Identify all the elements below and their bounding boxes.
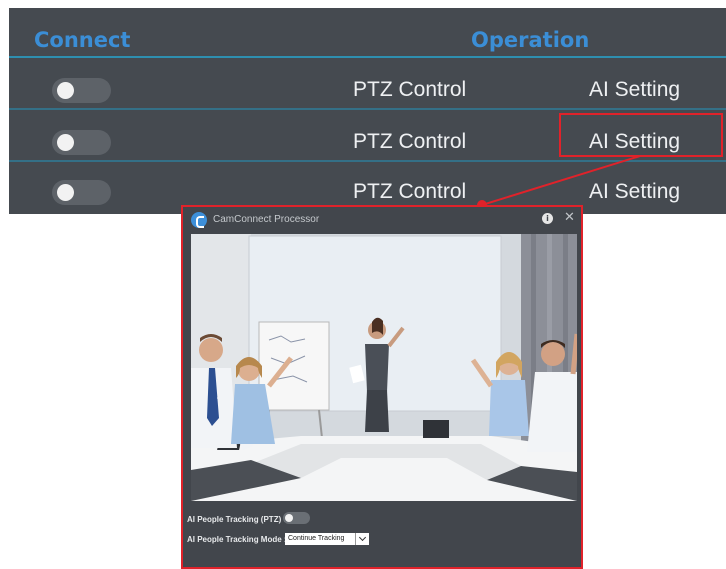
toggle-knob xyxy=(285,514,293,522)
preview-illustration xyxy=(191,234,577,501)
stage: Connect Operation PTZ Control AI Setting… xyxy=(0,0,726,569)
table-header: Connect Operation xyxy=(9,8,726,58)
tracking-mode-select[interactable]: Continue Tracking xyxy=(285,533,355,545)
connect-toggle[interactable] xyxy=(52,78,111,103)
toggle-knob xyxy=(57,184,74,201)
camconnect-logo-icon xyxy=(191,212,207,228)
close-icon[interactable]: ✕ xyxy=(564,211,576,225)
toggle-knob xyxy=(57,134,74,151)
processor-window: CamConnect Processor i ✕ AI People Track… xyxy=(181,205,583,569)
tracking-ptz-toggle[interactable] xyxy=(283,512,310,524)
connect-toggle[interactable] xyxy=(52,130,111,155)
ptz-control-link[interactable]: PTZ Control xyxy=(353,130,466,154)
row-divider xyxy=(9,108,726,110)
header-divider xyxy=(9,56,726,58)
ptz-control-link[interactable]: PTZ Control xyxy=(353,78,466,102)
camera-preview xyxy=(191,234,577,501)
info-icon[interactable]: i xyxy=(542,213,553,224)
chevron-down-icon[interactable] xyxy=(355,533,369,545)
toggle-knob xyxy=(57,82,74,99)
window-titlebar: CamConnect Processor i ✕ xyxy=(183,207,581,232)
connect-toggle[interactable] xyxy=(52,180,111,205)
header-connect: Connect xyxy=(34,28,131,52)
device-table: Connect Operation PTZ Control AI Setting… xyxy=(9,8,726,214)
tracking-mode-label: AI People Tracking Mode : xyxy=(187,535,287,544)
header-operation: Operation xyxy=(471,28,590,52)
row-divider xyxy=(9,160,726,162)
ai-setting-highlight xyxy=(559,113,723,157)
ai-setting-link[interactable]: AI Setting xyxy=(589,78,680,102)
ai-setting-link[interactable]: AI Setting xyxy=(589,180,680,204)
ptz-control-link[interactable]: PTZ Control xyxy=(353,180,466,204)
window-title: CamConnect Processor xyxy=(213,214,320,225)
tracking-ptz-label: AI People Tracking (PTZ) : xyxy=(187,515,287,524)
